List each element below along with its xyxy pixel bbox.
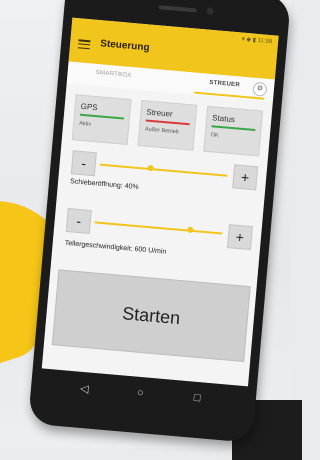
increase-speed-button[interactable]: + <box>226 224 253 251</box>
recent-apps-icon[interactable]: □ <box>193 392 201 405</box>
opening-slider-track[interactable] <box>99 163 228 177</box>
card-status-bar <box>145 119 190 126</box>
increase-opening-button[interactable]: + <box>232 164 259 191</box>
card-label: Status <box>211 113 236 125</box>
decrease-speed-button[interactable]: - <box>65 208 92 235</box>
opening-label: Schieberöffnung: 40% <box>69 178 139 192</box>
home-icon[interactable]: ○ <box>136 387 144 400</box>
phone-screen: ▾ ◆ ▮ 11:58 Steuerung SMARTBOX STREUER ⚙… <box>41 17 279 387</box>
phone-frame: ▾ ◆ ▮ 11:58 Steuerung SMARTBOX STREUER ⚙… <box>27 0 292 443</box>
hamburger-menu-icon[interactable] <box>77 39 91 50</box>
speed-label: Tellergeschwindigkeit: 600 U/min <box>64 239 167 256</box>
card-status: Aktiv <box>78 120 92 128</box>
speed-slider-track[interactable] <box>94 221 223 235</box>
card-status: OK <box>210 132 219 139</box>
status-card-gps: GPS Aktiv <box>71 94 132 145</box>
decrease-opening-button[interactable]: - <box>70 150 97 177</box>
card-status: Außer Betrieb <box>144 126 180 136</box>
speed-slider-thumb[interactable] <box>187 226 194 234</box>
card-status-bar <box>211 125 256 132</box>
page-title: Steuerung <box>99 38 151 54</box>
card-label: GPS <box>80 101 98 113</box>
start-button[interactable]: Starten <box>51 269 251 362</box>
phone-speaker <box>158 5 197 13</box>
opening-slider-thumb[interactable] <box>147 164 155 172</box>
status-bar: ▾ ◆ ▮ 11:58 <box>241 36 273 46</box>
card-status-bar <box>79 113 124 120</box>
tab-streuer[interactable]: STREUER <box>209 80 240 89</box>
status-card-status: Status OK <box>203 105 264 157</box>
card-label: Streuer <box>146 107 174 119</box>
tab-smartbox[interactable]: SMARTBOX <box>95 70 131 79</box>
back-icon[interactable]: ◁ <box>80 382 90 396</box>
phone-camera <box>206 7 214 15</box>
status-card-streuer: Streuer Außer Betrieb <box>137 100 198 151</box>
